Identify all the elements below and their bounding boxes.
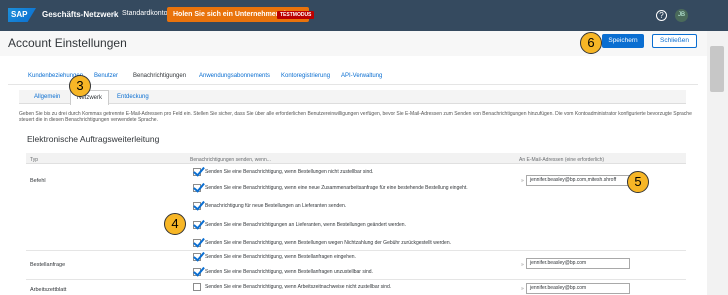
option-label: Senden Sie eine Benachrichtigung, wenn B… [205,269,373,275]
column-header-send: Benachrichtigungen senden, wenn... [190,157,271,163]
email-marker: » [521,262,524,268]
email-field[interactable]: jennifer.beasley@bp.com [526,283,630,294]
row-type-bestellanfrage: Bestellanfrage [30,262,66,268]
close-button[interactable]: Schließen [652,34,697,48]
callout-badge: 3 [69,75,91,97]
test-mode-badge: TESTMODUS [277,11,315,19]
network-title[interactable]: Geschäfts-Netzwerk [42,10,118,19]
checkbox[interactable] [193,253,201,261]
checkbox[interactable] [193,184,201,192]
avatar[interactable]: JB [675,9,688,22]
option-label: Senden Sie eine Benachrichtigung, wenn A… [205,284,392,290]
row-type-befehl: Befehl [30,178,46,184]
section-title: Elektronische Auftragsweiterleitung [27,134,160,144]
callout-badge: 5 [627,171,649,193]
email-field[interactable]: jennifer.beasley@bp.com,mitesh.shroff [526,175,630,186]
checkbox[interactable] [193,202,201,210]
option-label: Senden Sie eine Benachrichtigung, wenn e… [205,185,468,191]
tab-benachrichtigungen[interactable]: Benachrichtigungen [133,73,186,79]
option-label: Senden Sie eine Benachrichtigungen an Li… [205,222,406,228]
chevron-down-icon[interactable]: ⌄ [112,10,118,18]
option-label: Benachrichtigung für neue Bestellungen a… [205,203,347,209]
email-field[interactable]: jennifer.beasley@bp.com [526,258,630,269]
subtab-entdeckung[interactable]: Entdeckung [117,94,149,100]
checkbox[interactable] [193,283,201,291]
subtab-allgemein[interactable]: Allgemein [34,94,60,100]
tab-api-verwaltung[interactable]: API-Verwaltung [341,73,382,79]
callout-badge: 6 [580,32,602,54]
option-label: Senden Sie eine Benachrichtigung, wenn B… [205,169,374,175]
help-icon[interactable]: ? [656,10,667,21]
tab-divider [8,84,698,85]
tab-benutzer[interactable]: Benutzer [94,73,118,79]
checkbox[interactable] [193,239,201,247]
checkbox[interactable] [193,268,201,276]
option-label: Senden Sie eine Benachrichtigung, wenn B… [205,240,451,246]
scrollbar-thumb[interactable] [710,46,724,92]
row-type-arbeitszettblatt: Arbeitszettblatt [30,287,67,293]
column-header-email: An E-Mail-Adressen (eine erforderlich) [519,157,605,163]
row-divider [26,250,686,251]
page-title: Account Einstellungen [8,36,127,50]
tab-kontoregistrierung[interactable]: Kontoregistrierung [281,73,330,79]
tab-anwendungsabonnements[interactable]: Anwendungsabonnements [199,73,270,79]
column-header-type: Typ [30,157,39,163]
description-text: Geben Sie bis zu drei durch Kommas getre… [19,111,692,123]
checkbox[interactable] [193,221,201,229]
option-label: Senden Sie eine Benachrichtigung, wenn B… [205,254,356,260]
row-divider [26,279,686,280]
callout-badge: 4 [164,213,186,235]
checkbox[interactable] [193,168,201,176]
account-type-label: Standardkonto [122,10,168,17]
email-marker: » [521,286,524,292]
save-button[interactable]: Speichern [602,34,644,48]
email-marker: » [521,178,524,184]
